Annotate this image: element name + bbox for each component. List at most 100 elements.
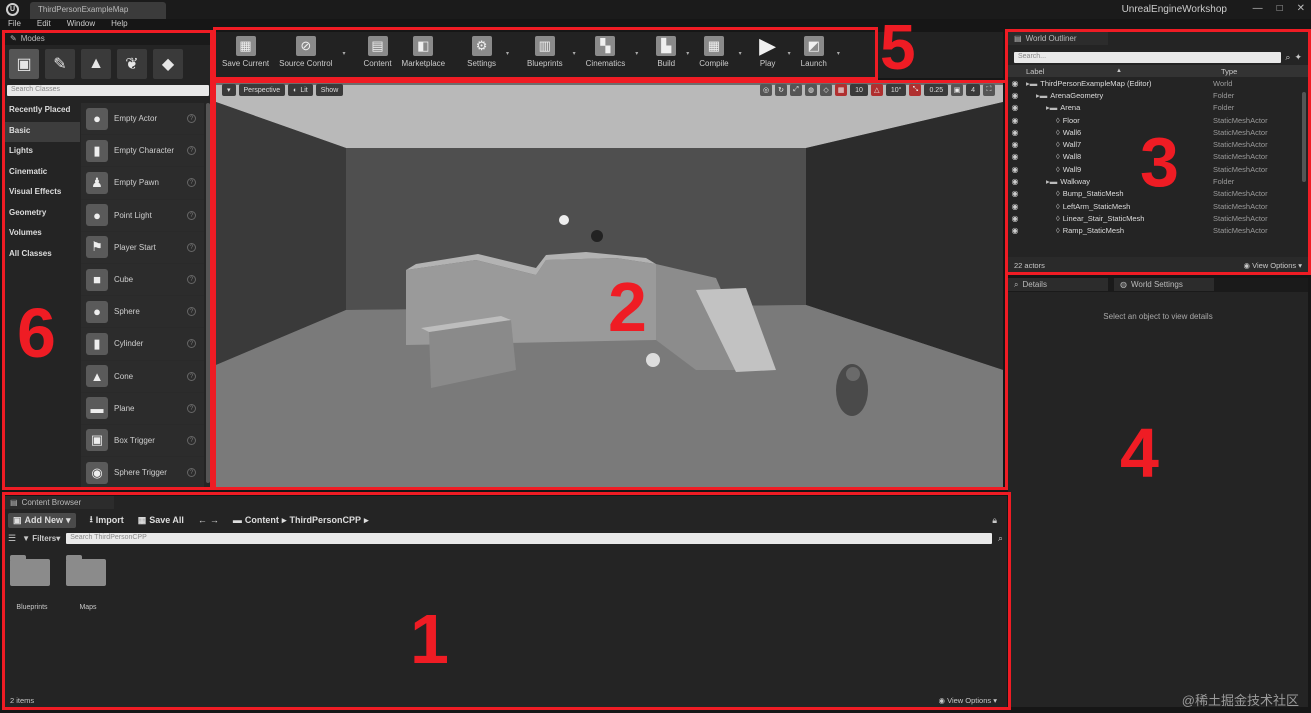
menu-file[interactable]: File [8, 19, 21, 31]
lit-button[interactable]: ◐ Lit [288, 84, 313, 96]
menu-edit[interactable]: Edit [37, 19, 51, 31]
help-icon[interactable]: ? [187, 114, 196, 124]
camera-speed-value[interactable]: 4 [966, 84, 980, 96]
rotate-icon[interactable]: ↻ [775, 84, 788, 96]
landscape-mode-icon[interactable]: ▲ [81, 49, 111, 79]
surface-snap-icon[interactable]: ◇ [820, 84, 833, 96]
visibility-eye-icon[interactable]: ◉ [1008, 152, 1022, 161]
folder-item-blueprints[interactable]: Blueprints [10, 555, 54, 611]
build-button[interactable]: ▙ Build [656, 36, 677, 68]
visibility-eye-icon[interactable]: ◉ [1008, 214, 1022, 223]
chevron-down-icon[interactable]: ▾ [573, 50, 576, 68]
rotation-snap-icon[interactable]: △ [870, 84, 883, 96]
content-search-input[interactable]: Search ThirdPersonCPP [66, 532, 992, 544]
help-icon[interactable]: ? [187, 339, 196, 349]
outliner-row[interactable]: ◉ ◊ Linear_Stair_StaticMesh StaticMeshActor [1008, 212, 1308, 224]
help-icon[interactable]: ? [187, 275, 196, 285]
list-item[interactable]: ▮ Cylinder? [81, 328, 204, 361]
grid-snap-icon[interactable]: ▦ [835, 84, 848, 96]
maximize-viewport-icon[interactable]: ⛶ [983, 84, 995, 96]
show-button[interactable]: Show [315, 84, 344, 96]
grid-snap-value[interactable]: 10 [850, 84, 868, 96]
visibility-eye-icon[interactable]: ◉ [1008, 91, 1022, 100]
scrollbar[interactable] [1302, 92, 1306, 182]
chevron-down-icon[interactable]: ▾ [686, 50, 689, 68]
visibility-eye-icon[interactable]: ◉ [1008, 116, 1022, 125]
source-control-button[interactable]: ⊘ Source Control [279, 36, 333, 68]
help-icon[interactable]: ? [187, 242, 196, 252]
category-cinematic[interactable]: Cinematic [4, 163, 80, 184]
chevron-down-icon[interactable]: ▾ [635, 50, 638, 68]
chevron-down-icon[interactable]: ▾ [837, 50, 840, 68]
list-item[interactable]: ■ Cube? [81, 264, 204, 297]
play-button[interactable]: ▶ Play [758, 33, 778, 68]
details-tab[interactable]: ⌕ Details [1008, 278, 1108, 291]
marketplace-button[interactable]: ◧ Marketplace [402, 36, 445, 68]
back-icon[interactable]: ← [198, 515, 207, 525]
chevron-down-icon[interactable]: ▾ [343, 50, 346, 68]
outliner-row[interactable]: ◉ ▸▬ ThirdPersonExampleMap (Editor) World [1008, 77, 1308, 89]
menu-window[interactable]: Window [67, 19, 95, 31]
world-icon[interactable]: ◍ [805, 84, 818, 96]
category-basic[interactable]: Basic [4, 121, 80, 142]
level-tab[interactable]: ThirdPersonExampleMap [30, 2, 166, 19]
save-current-button[interactable]: ▦ Save Current [222, 36, 269, 68]
category-recently-placed[interactable]: Recently Placed [4, 101, 80, 122]
list-item[interactable]: ● Sphere? [81, 296, 204, 329]
list-item[interactable]: ♟ Empty Pawn? [81, 167, 204, 200]
list-item[interactable]: ▲ Cone? [81, 361, 204, 393]
visibility-eye-icon[interactable]: ◉ [1008, 79, 1022, 88]
help-icon[interactable]: ? [187, 178, 196, 188]
content-button[interactable]: ▤ Content [364, 36, 392, 68]
forward-icon[interactable]: → [210, 515, 219, 525]
add-new-button[interactable]: ▣ Add New ▾ [8, 512, 76, 528]
outliner-row[interactable]: ◉ ◊ LeftArm_StaticMesh StaticMeshActor [1008, 200, 1308, 212]
category-visual-effects[interactable]: Visual Effects [4, 183, 80, 204]
scale-snap-value[interactable]: 0.25 [924, 84, 949, 96]
outliner-view-options[interactable]: ◉ View Options ▾ [1243, 261, 1302, 270]
visibility-eye-icon[interactable]: ◉ [1008, 103, 1022, 112]
perspective-button[interactable]: Perspective [238, 84, 286, 96]
type-column-header[interactable]: Type [1221, 67, 1237, 76]
place-mode-icon[interactable]: ▣ [9, 49, 39, 79]
search-classes-input[interactable]: Search Classes [7, 85, 209, 96]
help-icon[interactable]: ? [187, 371, 196, 381]
maximize-button[interactable]: □ [1277, 3, 1283, 14]
viewport-options-button[interactable]: ▾ [222, 84, 236, 96]
lock-icon[interactable]: 🔒︎ [992, 515, 997, 526]
rotation-snap-value[interactable]: 10° [885, 84, 907, 96]
outliner-search-input[interactable]: Search... [1014, 52, 1282, 63]
content-browser-tab[interactable]: ▤ Content Browser [4, 496, 114, 509]
breadcrumb-content[interactable]: Content [245, 515, 279, 525]
save-all-button[interactable]: ▦ Save All [138, 515, 184, 526]
menu-help[interactable]: Help [111, 19, 127, 31]
list-item[interactable]: ◉ Sphere Trigger? [81, 457, 204, 487]
help-icon[interactable]: ? [187, 146, 196, 156]
list-item[interactable]: ● Empty Actor? [81, 103, 204, 136]
category-all-classes[interactable]: All Classes [4, 245, 80, 266]
list-item[interactable]: ▬ Plane? [81, 393, 204, 425]
help-icon[interactable]: ? [187, 403, 196, 413]
modes-tab[interactable]: ✎ Modes [4, 32, 212, 45]
visibility-eye-icon[interactable]: ◉ [1008, 226, 1022, 235]
visibility-eye-icon[interactable]: ◉ [1008, 140, 1022, 149]
list-item[interactable]: ⚑ Player Start? [81, 232, 204, 264]
outliner-row[interactable]: ◉ ▸▬ ArenaGeometry Folder [1008, 89, 1308, 101]
geometry-mode-icon[interactable]: ◆ [153, 49, 183, 79]
chevron-down-icon[interactable]: ▾ [788, 50, 791, 68]
help-icon[interactable]: ? [187, 210, 196, 220]
list-item[interactable]: ▣ Box Trigger? [81, 425, 204, 458]
category-geometry[interactable]: Geometry [4, 204, 80, 225]
search-icon[interactable]: ⌕ [998, 533, 1003, 544]
category-volumes[interactable]: Volumes [4, 224, 80, 245]
outliner-row[interactable]: ◉ ◊ Ramp_StaticMesh StaticMeshActor [1008, 225, 1308, 237]
help-icon[interactable]: ? [187, 468, 196, 478]
help-icon[interactable]: ? [187, 435, 196, 445]
sources-toggle-icon[interactable]: ☰ [8, 533, 16, 544]
category-lights[interactable]: Lights [4, 142, 80, 163]
filters-button[interactable]: ▼ Filters▾ [22, 534, 60, 543]
compile-button[interactable]: ▦ Compile [699, 36, 729, 68]
folder-item-maps[interactable]: Maps [66, 555, 110, 611]
cinematics-button[interactable]: ▚ Cinematics [586, 36, 625, 68]
world-outliner-tab[interactable]: ▤ World Outliner [1008, 32, 1108, 45]
